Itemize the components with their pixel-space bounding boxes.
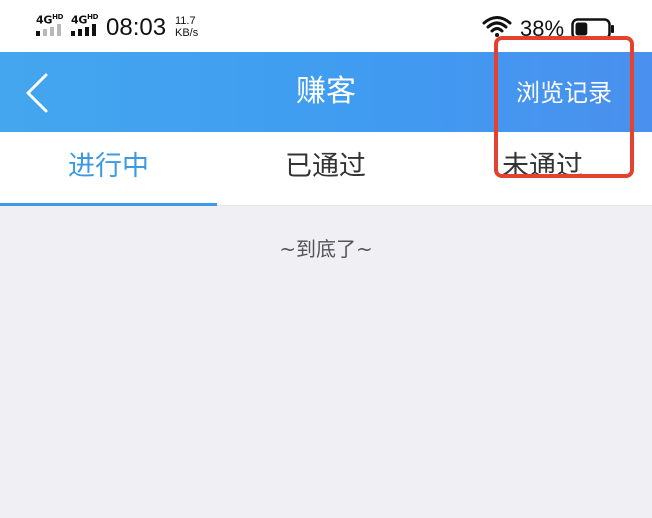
tab-in-progress[interactable]: 进行中 xyxy=(0,132,217,206)
status-bar: 4GHD 4GHD 08:03 11.7 KB/s 38% xyxy=(0,0,652,52)
screen: 4GHD 4GHD 08:03 11.7 KB/s 38% 赚客 浏览记录 进行… xyxy=(0,0,652,518)
status-time: 08:03 xyxy=(106,14,167,41)
battery-icon xyxy=(571,18,614,40)
signal-sup: HD xyxy=(52,13,64,21)
end-of-list-text: ~到底了~ xyxy=(279,237,373,261)
signal-indicator-2: 4GHD xyxy=(71,12,103,38)
battery-percent: 38% xyxy=(520,16,565,41)
signal-indicator-1: 4GHD xyxy=(36,12,68,38)
active-tab-indicator xyxy=(0,203,217,206)
signal-bars-icon xyxy=(71,24,101,36)
page-title: 赚客 xyxy=(296,74,356,109)
signal-bars-icon xyxy=(36,24,66,36)
browse-history-button[interactable]: 浏览记录 xyxy=(516,78,632,108)
network-speed-value: 11.7 xyxy=(175,15,196,27)
back-button[interactable] xyxy=(18,70,58,116)
tab-approved[interactable]: 已通过 xyxy=(217,132,434,206)
network-speed-unit: KB/s xyxy=(175,27,199,39)
signal-sup: HD xyxy=(87,13,99,21)
nav-bar: 赚客 浏览记录 xyxy=(0,52,652,132)
chevron-left-icon xyxy=(26,73,48,113)
tab-rejected[interactable]: 未通过 xyxy=(434,132,651,206)
tab-bar: 进行中 已通过 未通过 xyxy=(0,132,652,206)
network-speed: 11.7 KB/s xyxy=(175,15,198,39)
wifi-icon xyxy=(482,16,512,37)
